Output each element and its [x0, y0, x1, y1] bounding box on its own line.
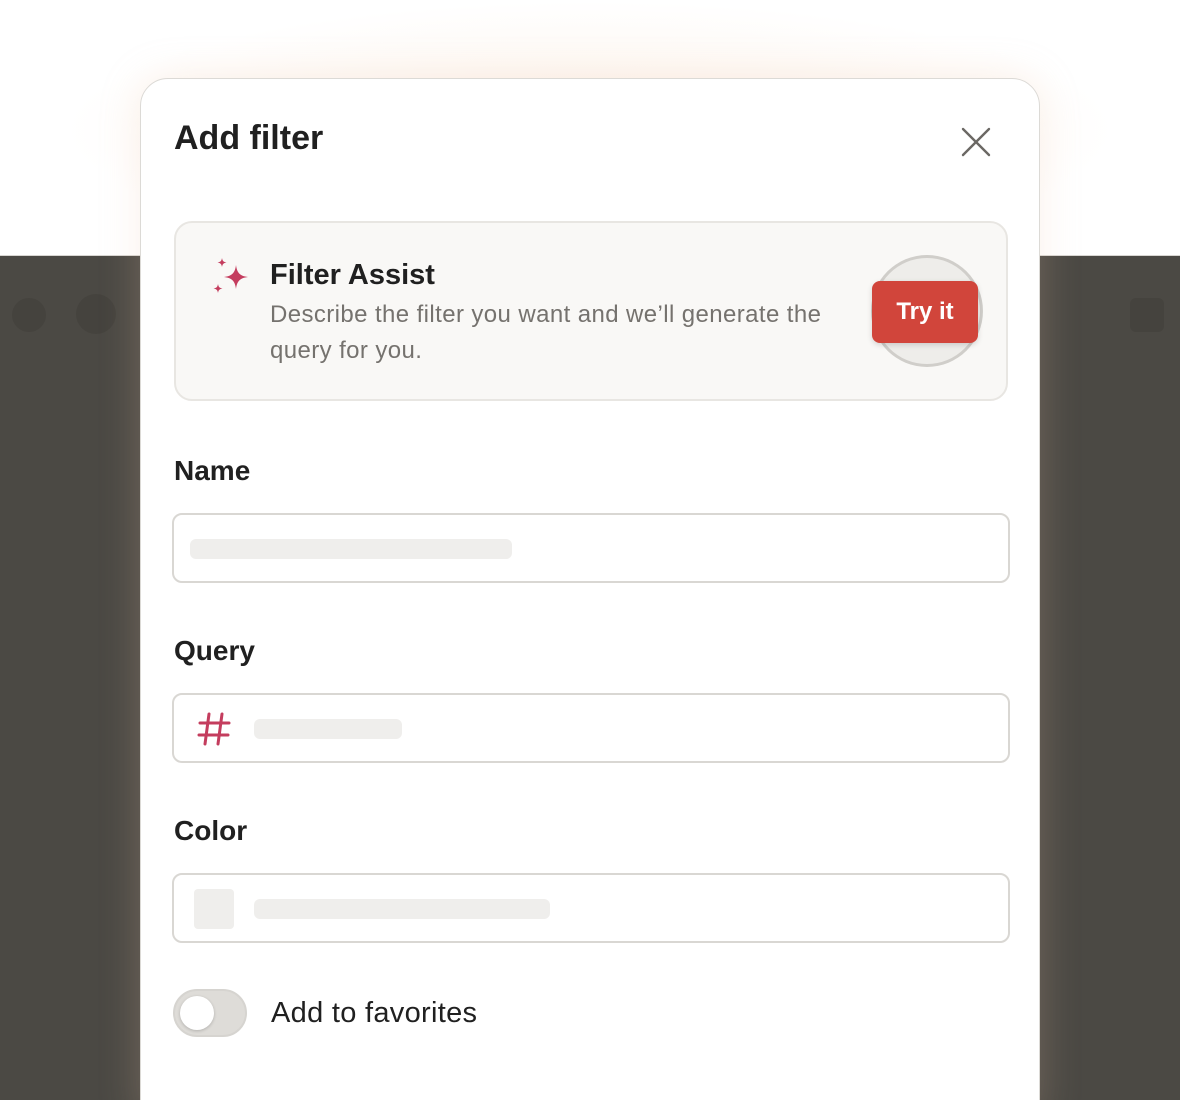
hash-icon	[197, 712, 231, 746]
backdrop-icon	[76, 294, 116, 334]
try-it-button[interactable]: Try it	[872, 281, 978, 343]
favorites-toggle[interactable]	[173, 989, 247, 1037]
add-filter-dialog: Add filter Filter Assist Describe the fi…	[140, 78, 1040, 1100]
backdrop-icon	[1130, 298, 1164, 332]
favorites-label: Add to favorites	[271, 997, 478, 1029]
close-button[interactable]	[951, 117, 1001, 167]
name-placeholder	[190, 539, 512, 559]
name-label: Name	[174, 455, 251, 486]
filter-assist-card: Filter Assist Describe the filter you wa…	[174, 221, 1008, 401]
color-select[interactable]	[172, 873, 1010, 943]
query-input[interactable]	[172, 693, 1010, 763]
close-icon	[961, 127, 991, 157]
query-placeholder	[254, 719, 402, 739]
name-input[interactable]	[172, 513, 1010, 583]
sparkle-icon	[213, 258, 248, 293]
toggle-knob	[180, 996, 214, 1030]
filter-assist-description: Describe the filter you want and we’ll g…	[270, 301, 822, 364]
dialog-title: Add filter	[174, 119, 324, 157]
color-swatch	[194, 889, 234, 929]
query-label: Query	[174, 635, 255, 666]
filter-assist-title: Filter Assist	[270, 259, 435, 291]
color-label: Color	[174, 815, 248, 846]
backdrop-icon	[12, 298, 46, 332]
color-placeholder	[254, 899, 550, 919]
